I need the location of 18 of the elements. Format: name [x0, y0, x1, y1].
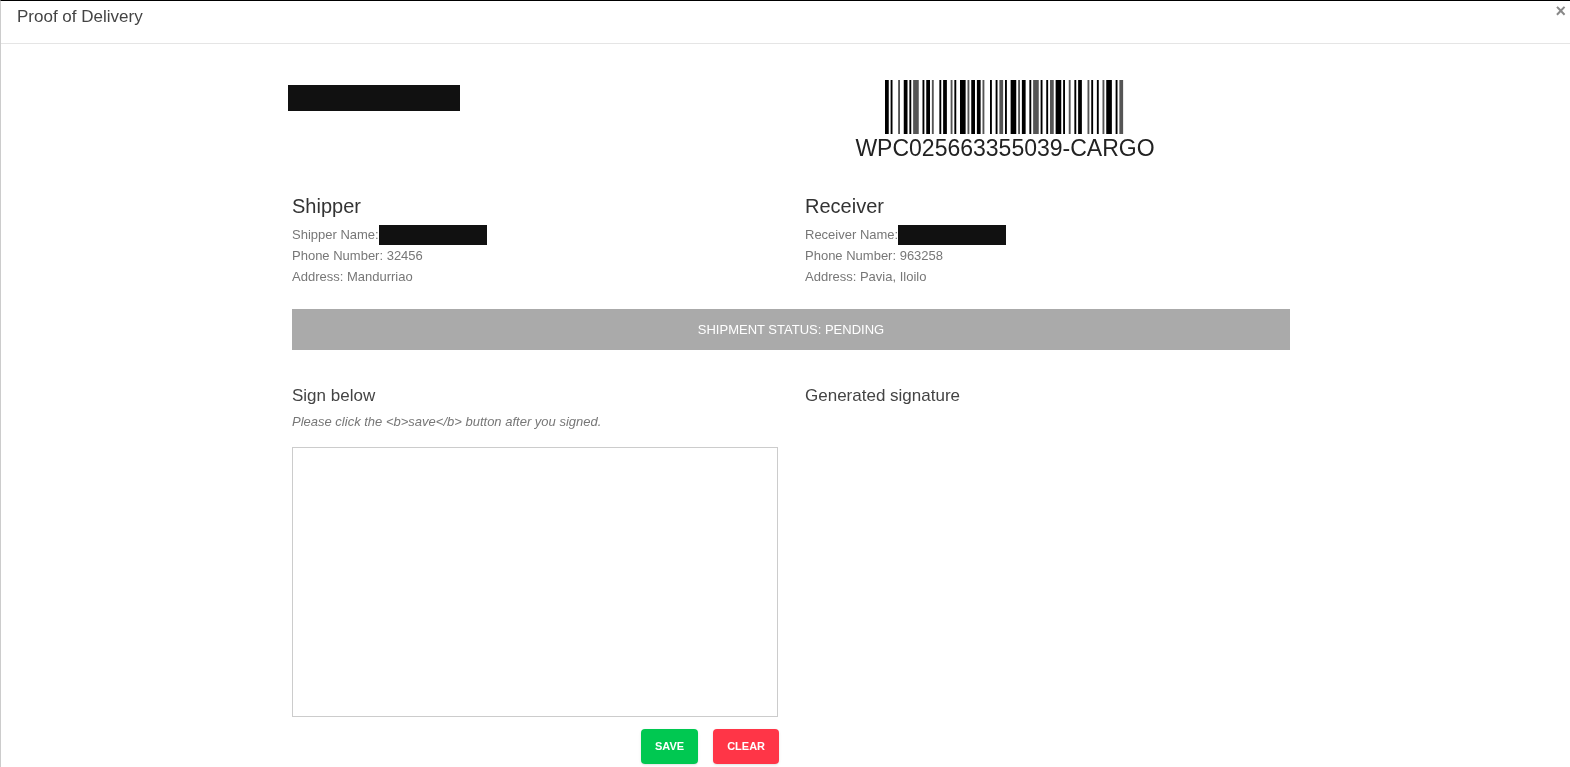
- section-heading: Sign below: [292, 385, 377, 407]
- section-heading: Generated signature: [805, 385, 960, 407]
- status-bar: SHIPMENT STATUS: PENDING: [292, 309, 1290, 350]
- tracking-number: WPC025663355039-CARGO: [855, 134, 1155, 162]
- address-text: Address: Pavia, Iloilo: [805, 268, 928, 286]
- window-title: Proof of Delivery: [17, 6, 143, 28]
- close-button[interactable]: ×: [1555, 2, 1566, 20]
- section-heading: Shipper: [292, 194, 362, 219]
- name-label: Receiver Name:: [805, 226, 899, 244]
- address-text: Address: Mandurriao: [292, 268, 414, 286]
- name-label: Shipper Name:: [292, 226, 379, 244]
- phone-text: Phone Number: 32456: [292, 247, 424, 265]
- phone-text: Phone Number: 963258: [805, 247, 945, 265]
- clear-button[interactable]: CLEAR: [713, 728, 780, 764]
- signature-pad[interactable]: [292, 446, 778, 717]
- section-heading: Receiver: [805, 194, 885, 219]
- save-button[interactable]: SAVE: [641, 728, 699, 764]
- instruction-text: Please click the <b>save</b> button after you signed.: [292, 413, 603, 431]
